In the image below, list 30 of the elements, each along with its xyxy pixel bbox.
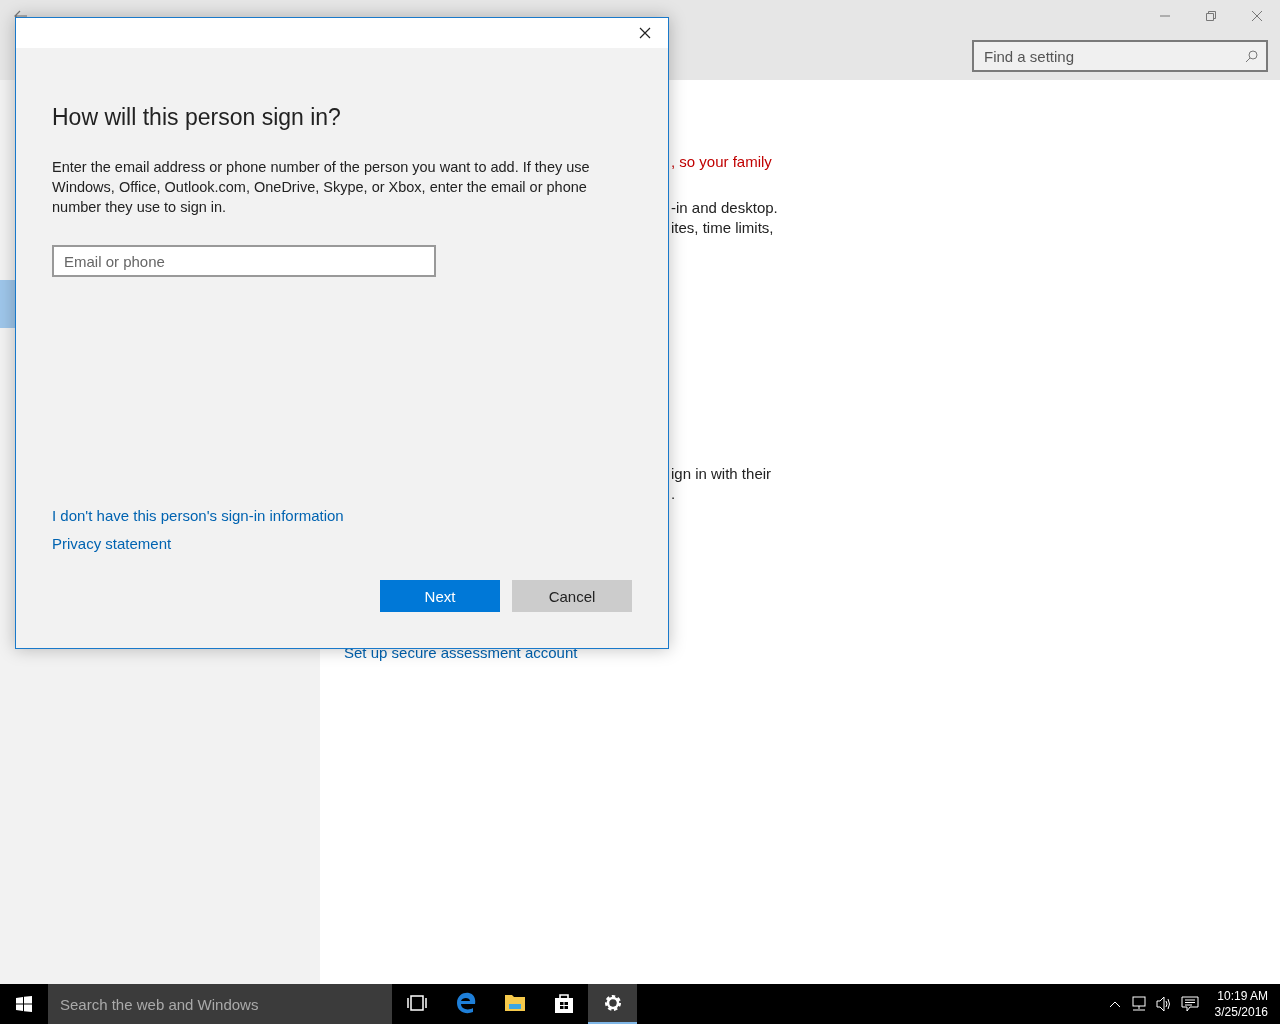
taskbar-app-button[interactable] bbox=[588, 984, 637, 1024]
windows-logo-icon bbox=[16, 996, 32, 1012]
browser-e-icon bbox=[455, 992, 476, 1014]
folder-icon bbox=[503, 993, 526, 1013]
content-text: ign in with their bbox=[671, 464, 773, 484]
content-text: . bbox=[671, 484, 677, 504]
shopping-bag-icon bbox=[553, 992, 574, 1014]
cancel-button[interactable]: Cancel bbox=[512, 580, 632, 612]
email-field[interactable]: Email or phone bbox=[52, 245, 436, 277]
content-text: ites, time limits, bbox=[671, 218, 775, 238]
content-text: -in and desktop. bbox=[671, 198, 778, 218]
volume-icon[interactable] bbox=[1154, 996, 1173, 1012]
caret-up-icon[interactable] bbox=[1108, 1000, 1121, 1008]
time-text: 10:19 AM bbox=[1217, 988, 1268, 1004]
search-icon bbox=[1245, 49, 1258, 63]
dialog-heading: How will this person sign in? bbox=[52, 104, 341, 131]
link[interactable]: Privacy statement bbox=[52, 534, 172, 554]
clock[interactable]: 10:19 AM 3/25/2016 bbox=[1214, 988, 1268, 1020]
date-text: 3/25/2016 bbox=[1214, 1004, 1268, 1020]
search-field[interactable]: Find a setting bbox=[972, 40, 1268, 72]
content-text: , so your family bbox=[671, 152, 773, 172]
link[interactable]: I don't have this person's sign-in information bbox=[52, 506, 344, 526]
gear-icon bbox=[602, 993, 623, 1013]
dialog-description: Enter the email address or phone number of the person you want to add. If they use Windows, Office, Outlook.com, OneDrive, Skype, or Xbox, enter the email or phone number they use to sign in. bbox=[52, 158, 591, 217]
taskbar-search-field[interactable]: Search the web and Windows bbox=[48, 984, 392, 1024]
close-icon[interactable] bbox=[639, 27, 651, 39]
task-view-icon bbox=[405, 995, 428, 1011]
notification-icon[interactable] bbox=[1180, 996, 1199, 1012]
next-button[interactable]: Next bbox=[380, 580, 500, 612]
restore-icon[interactable] bbox=[1205, 10, 1217, 22]
